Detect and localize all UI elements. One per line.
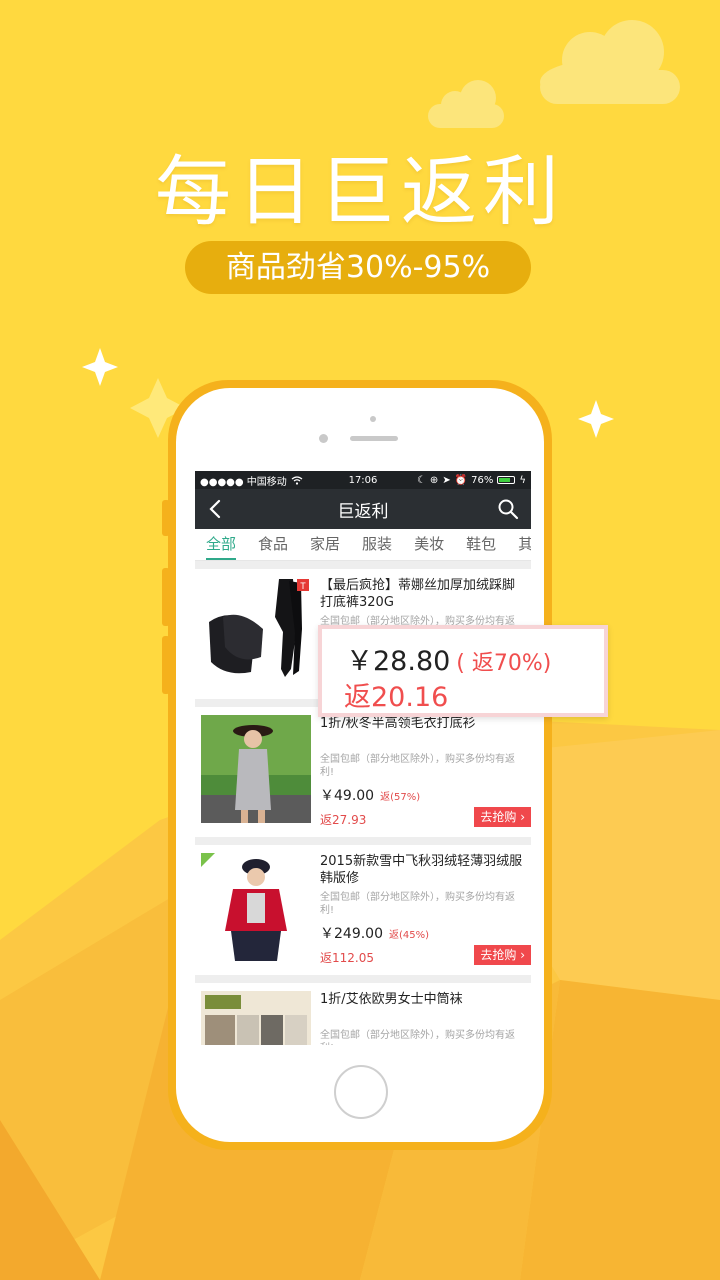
battery-icon — [497, 476, 516, 484]
tab-other[interactable]: 其 — [507, 529, 531, 560]
product-description: 全国包邮（部分地区除外），购买多份均有返利! — [320, 892, 515, 916]
product-title[interactable]: 1折/艾依欧男女士中筒袜 — [320, 991, 523, 1008]
status-bar: ●●●●● 中国移动 17:06 ☾ ⊕ ➤ ⏰ 76% ϟ — [195, 471, 531, 489]
product-price: ￥49.00 返(57%) — [320, 785, 420, 805]
alarm-icon: ⏰ — [454, 474, 468, 486]
price-value: ￥249.00 — [320, 926, 383, 942]
product-thumbnail — [201, 853, 311, 961]
popup-rebate-amount: 返20.16 — [344, 682, 449, 713]
search-icon[interactable] — [497, 498, 519, 520]
product-price: ￥249.00 返(45%) — [320, 923, 429, 943]
svg-text:T: T — [300, 581, 306, 591]
list-item[interactable]: 2015新款雪中飞秋羽绒轻薄羽绒服韩版修 全国包邮（部分地区除外），购买多份均有… — [195, 845, 531, 975]
category-tabs: 全部 食品 家居 服装 美妆 鞋包 其 — [195, 529, 531, 561]
battery-percent: 76% — [471, 474, 494, 486]
product-thumbnail — [201, 715, 311, 823]
popup-rebate-rate: ( 返70%) — [456, 651, 552, 676]
product-thumbnail — [201, 991, 311, 1045]
promo-headline: 每日巨返利 — [155, 147, 565, 236]
tab-food[interactable]: 食品 — [247, 529, 299, 560]
popup-price-row: ￥28.80( 返70%) — [346, 639, 551, 678]
volume-up-button — [162, 568, 170, 626]
chevron-right-icon: › — [520, 810, 525, 824]
front-camera — [319, 434, 328, 443]
app-screen: ●●●●● 中国移动 17:06 ☾ ⊕ ➤ ⏰ 76% ϟ 巨返利 全部 食品… — [195, 471, 531, 1045]
buy-now-button[interactable]: 去抢购 › — [474, 807, 531, 827]
buy-now-button[interactable]: 去抢购 › — [474, 945, 531, 965]
nav-bar: 巨返利 — [195, 489, 531, 529]
rebate-popup: ￥28.80( 返70%) 返20.16 — [318, 625, 608, 717]
tab-beauty[interactable]: 美妆 — [403, 529, 455, 560]
volume-down-button — [162, 636, 170, 694]
tab-shoes-bags[interactable]: 鞋包 — [455, 529, 507, 560]
product-title[interactable]: 【最后疯抢】蒂娜丝加厚加绒踩脚打底裤320G — [320, 577, 523, 611]
tab-clothing[interactable]: 服装 — [351, 529, 403, 560]
product-description: 全国包邮（部分地区除外），购买多份均有返利! — [320, 754, 515, 778]
side-button — [162, 500, 170, 536]
rebate-rate: 返(45%) — [389, 930, 430, 941]
buy-now-label: 去抢购 — [480, 948, 517, 962]
product-title[interactable]: 2015新款雪中飞秋羽绒轻薄羽绒服韩版修 — [320, 853, 523, 887]
chevron-right-icon: › — [520, 948, 525, 962]
tab-home[interactable]: 家居 — [299, 529, 351, 560]
wifi-icon — [291, 475, 303, 485]
list-divider — [195, 561, 531, 569]
location-icon: ➤ — [442, 474, 451, 486]
front-sensor — [370, 416, 376, 422]
list-divider — [195, 837, 531, 845]
popup-price: ￥28.80 — [346, 646, 451, 677]
list-item[interactable]: 1折/秋冬半高领毛衣打底衫 全国包邮（部分地区除外），购买多份均有返利! ￥49… — [195, 707, 531, 837]
list-divider — [195, 975, 531, 983]
product-thumbnail: T — [201, 577, 311, 685]
cloud-icon — [540, 20, 680, 104]
moon-icon: ☾ — [416, 474, 426, 486]
charging-icon: ϟ — [519, 474, 526, 486]
price-value: ￥49.00 — [320, 788, 375, 804]
product-description: 全国包邮（部分地区除外），购买多份均有返利! — [320, 1030, 515, 1045]
rebate-amount: 返27.93 — [320, 813, 367, 827]
carrier-label: ●●●●● 中国移动 — [200, 476, 287, 488]
earpiece-speaker — [350, 436, 398, 441]
rebate-amount: 返112.05 — [320, 951, 374, 965]
list-item[interactable]: 1折/艾依欧男女士中筒袜 全国包邮（部分地区除外），购买多份均有返利! — [195, 983, 531, 1045]
cloud-small-icon — [428, 80, 504, 128]
promo-subline: 商品劲省30%-95% — [185, 241, 531, 294]
lock-rotation-icon: ⊕ — [429, 474, 439, 486]
product-title[interactable]: 1折/秋冬半高领毛衣打底衫 — [320, 715, 523, 732]
buy-now-label: 去抢购 — [480, 810, 517, 824]
tab-all[interactable]: 全部 — [195, 529, 247, 560]
back-icon[interactable] — [205, 498, 227, 520]
page-title: 巨返利 — [337, 501, 389, 522]
rebate-rate: 返(57%) — [380, 792, 421, 803]
home-button[interactable] — [334, 1065, 388, 1119]
